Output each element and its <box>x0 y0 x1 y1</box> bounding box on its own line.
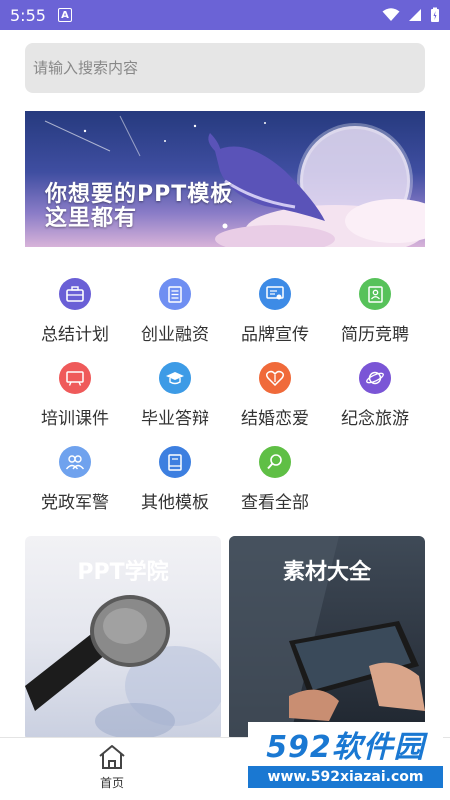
card-title: PPT学院 <box>77 560 169 585</box>
category-label: 总结计划 <box>41 325 109 345</box>
book-icon <box>159 446 191 478</box>
document-icon <box>159 278 191 310</box>
home-icon <box>99 745 125 769</box>
category-label: 简历竞聘 <box>341 325 409 345</box>
category-view-all[interactable]: 查看全部 <box>225 446 325 516</box>
category-resume[interactable]: 简历竞聘 <box>325 278 425 348</box>
category-label: 查看全部 <box>241 493 309 513</box>
graduation-cap-icon <box>159 362 191 394</box>
resume-icon <box>359 278 391 310</box>
watermark-brand: 592软件园 <box>248 722 443 766</box>
category-label: 品牌宣传 <box>241 325 309 345</box>
card-ppt-academy[interactable]: PPT学院 <box>25 536 221 741</box>
promo-banner[interactable]: 你想要的PPT模板 这里都有 <box>25 111 425 247</box>
status-icons <box>382 7 440 23</box>
category-training[interactable]: 培训课件 <box>25 362 125 432</box>
wifi-icon <box>382 8 400 21</box>
category-label: 党政军警 <box>41 493 109 513</box>
signal-icon <box>409 9 421 21</box>
category-label: 其他模板 <box>141 493 209 513</box>
search-bar[interactable] <box>25 43 425 93</box>
carousel-indicator <box>222 223 228 229</box>
search-input[interactable] <box>33 59 425 77</box>
category-label: 毕业答辩 <box>141 409 209 429</box>
banner-line-1: 你想要的PPT模板 <box>45 182 234 207</box>
category-travel[interactable]: 纪念旅游 <box>325 362 425 432</box>
planet-icon <box>359 362 391 394</box>
category-label: 创业融资 <box>141 325 209 345</box>
category-label: 纪念旅游 <box>341 409 409 429</box>
category-label: 培训课件 <box>41 409 109 429</box>
magnifier-icon <box>259 446 291 478</box>
category-wedding-love[interactable]: 结婚恋爱 <box>225 362 325 432</box>
category-government[interactable]: 党政军警 <box>25 446 125 516</box>
card-title: 素材大全 <box>282 560 371 585</box>
watermark-url: www.592xiazai.com <box>248 766 443 788</box>
status-time: 5:55 <box>10 5 46 25</box>
card-materials[interactable]: 素材大全 <box>229 536 425 741</box>
status-bar: 5:55 A <box>0 0 450 30</box>
category-startup-funding[interactable]: 创业融资 <box>125 278 225 348</box>
battery-icon <box>431 7 439 22</box>
category-label: 结婚恋爱 <box>241 409 309 429</box>
banner-headline: 你想要的PPT模板 这里都有 <box>45 183 233 231</box>
people-icon <box>59 446 91 478</box>
banner-line-2: 这里都有 <box>45 206 138 231</box>
notification-icon: A <box>57 8 72 22</box>
tab-home[interactable]: 首页 <box>82 743 142 791</box>
certificate-icon <box>259 278 291 310</box>
category-graduation[interactable]: 毕业答辩 <box>125 362 225 432</box>
heart-icon <box>259 362 291 394</box>
presentation-icon <box>59 362 91 394</box>
category-other-templates[interactable]: 其他模板 <box>125 446 225 516</box>
category-brand-promotion[interactable]: 品牌宣传 <box>225 278 325 348</box>
category-summary-plan[interactable]: 总结计划 <box>25 278 125 348</box>
tab-home-label: 首页 <box>99 776 124 790</box>
site-watermark: 592软件园 www.592xiazai.com <box>248 722 443 788</box>
briefcase-icon <box>59 278 91 310</box>
